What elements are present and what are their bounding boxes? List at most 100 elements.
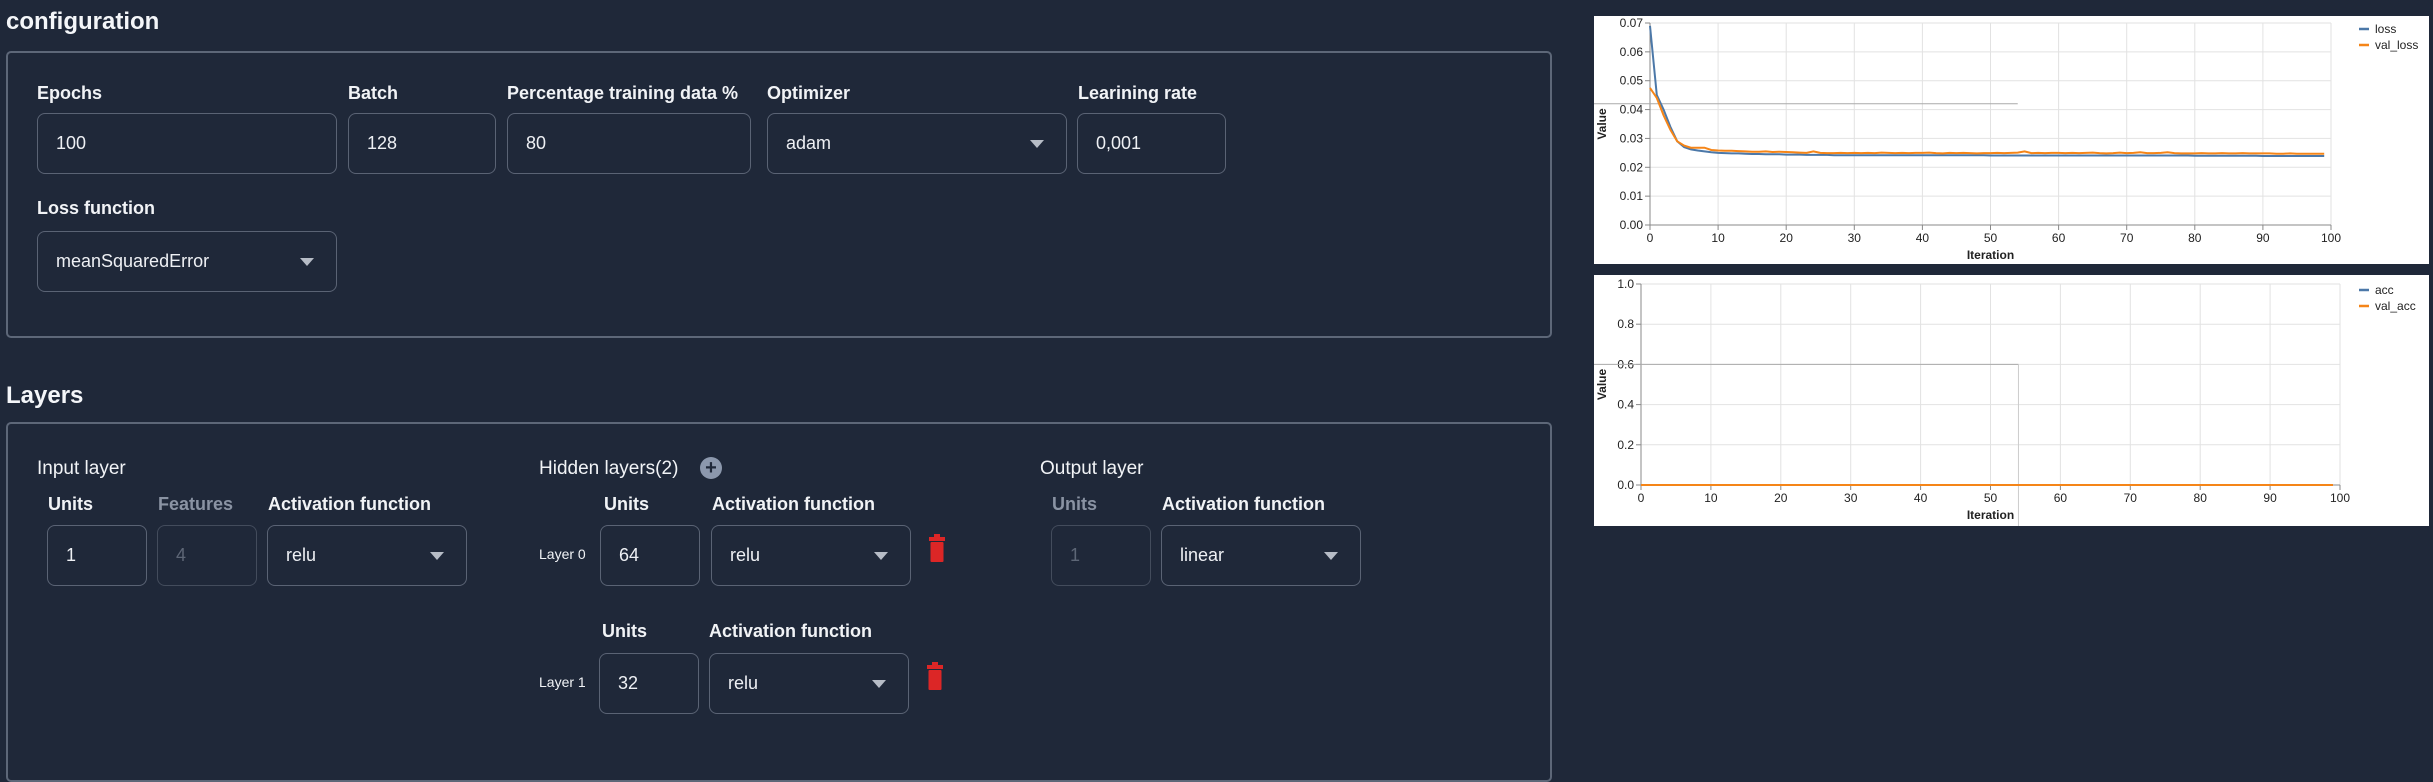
y-tick-label: 0.03 — [1620, 131, 1644, 145]
y-tick-label: 0.0 — [1617, 478, 1634, 492]
chevron-down-icon — [1324, 551, 1338, 560]
epochs-label: Epochs — [37, 83, 103, 103]
delete-layer-button[interactable] — [927, 662, 943, 690]
hidden-units-label: Units — [602, 621, 647, 641]
x-tick-label: 40 — [1914, 491, 1928, 505]
percentage-label: Percentage training data % — [507, 83, 739, 103]
layer-name: Layer 1 — [539, 674, 586, 690]
plus-icon: + — [705, 457, 717, 479]
input-activation-select[interactable]: relu — [267, 525, 467, 586]
x-axis-label: Iteration — [1967, 508, 2014, 522]
y-tick-label: 0.07 — [1620, 16, 1644, 30]
legend-label-val_loss: val_loss — [2375, 38, 2418, 52]
legend-label-loss: loss — [2375, 22, 2396, 36]
x-tick-label: 60 — [2052, 231, 2066, 245]
layers-panel — [6, 422, 1552, 782]
x-tick-label: 0 — [1647, 231, 1654, 245]
input-features-label: Features — [158, 494, 234, 514]
x-tick-label: 60 — [2054, 491, 2068, 505]
y-tick-label: 1.0 — [1617, 277, 1634, 291]
legend-label-acc: acc — [2375, 283, 2394, 297]
epochs-value: 100 — [56, 133, 87, 153]
x-axis-label: Iteration — [1967, 248, 2014, 262]
loss-function-label: Loss function — [37, 198, 155, 218]
hidden-activation-select[interactable]: relu — [711, 525, 911, 586]
y-tick-label: 0.06 — [1620, 45, 1644, 59]
x-tick-label: 70 — [2124, 491, 2138, 505]
chevron-down-icon — [430, 551, 444, 560]
x-tick-label: 70 — [2120, 231, 2134, 245]
y-axis-label: Value — [1595, 108, 1609, 140]
input-activation-label: Activation function — [268, 494, 431, 514]
x-tick-label: 30 — [1844, 491, 1858, 505]
output-activation-label: Activation function — [1162, 494, 1325, 514]
hidden-units-label: Units — [604, 494, 649, 514]
delete-layer-button[interactable] — [929, 534, 945, 562]
input-layer-title: Input layer — [37, 458, 126, 479]
x-tick-label: 80 — [2194, 491, 2208, 505]
y-tick-label: 0.2 — [1617, 438, 1634, 452]
y-tick-label: 0.02 — [1620, 160, 1644, 174]
hidden-activation-label: Activation function — [709, 621, 872, 641]
hidden-activation-label: Activation function — [712, 494, 875, 514]
learning-rate-label: Learining rate — [1078, 83, 1198, 103]
hidden-units-value: 32 — [618, 673, 639, 693]
x-tick-label: 80 — [2188, 231, 2202, 245]
x-tick-label: 20 — [1780, 231, 1794, 245]
x-tick-label: 100 — [2321, 231, 2341, 245]
chevron-down-icon — [872, 679, 886, 688]
output-units-label: Units — [1052, 494, 1097, 514]
y-tick-label: 0.00 — [1620, 218, 1644, 232]
learning-rate-value: 0,001 — [1096, 133, 1142, 153]
output-units-input: 1 — [1051, 525, 1151, 586]
batch-input[interactable]: 128 — [348, 113, 496, 174]
output-units-value: 1 — [1070, 545, 1081, 565]
input-activation-value: relu — [286, 545, 317, 565]
add-layer-button[interactable]: + — [700, 457, 722, 479]
chevron-down-icon — [874, 551, 888, 560]
y-axis-label: Value — [1595, 369, 1609, 401]
hidden-activation-select[interactable]: relu — [709, 653, 909, 714]
chevron-down-icon — [1030, 139, 1044, 148]
optimizer-label: Optimizer — [767, 83, 851, 103]
x-tick-label: 20 — [1774, 491, 1788, 505]
x-tick-label: 90 — [2256, 231, 2270, 245]
input-units-input[interactable]: 1 — [47, 525, 147, 586]
series-line-val_loss — [1649, 87, 2325, 155]
output-activation-select[interactable]: linear — [1161, 525, 1361, 586]
accuracy-chart: 0 10 20 30 40 50 60 70 80 90 1000.00.20.40.60.81.0… — [1594, 275, 2429, 526]
input-features-value: 4 — [176, 545, 187, 565]
layer-name: Layer 0 — [539, 546, 586, 562]
optimizer-value: adam — [786, 133, 832, 153]
x-tick-label: 50 — [1984, 231, 1998, 245]
hidden-units-input[interactable]: 64 — [600, 525, 700, 586]
x-tick-label: 10 — [1711, 231, 1725, 245]
y-tick-label: 0.01 — [1620, 189, 1644, 203]
learning-rate-input[interactable]: 0,001 — [1077, 113, 1226, 174]
loss-function-select[interactable]: meanSquaredError — [37, 231, 337, 292]
x-tick-label: 100 — [2330, 491, 2350, 505]
y-tick-label: 0.4 — [1617, 398, 1634, 412]
percentage-input[interactable]: 80 — [507, 113, 751, 174]
hidden-activation-value: relu — [730, 545, 761, 565]
batch-value: 128 — [367, 133, 398, 153]
optimizer-select[interactable]: adam — [767, 113, 1067, 174]
layers-title: Layers — [6, 382, 84, 409]
configuration-title: configuration — [6, 8, 160, 35]
x-tick-label: 90 — [2263, 491, 2277, 505]
x-tick-label: 10 — [1704, 491, 1718, 505]
batch-label: Batch — [348, 83, 399, 103]
epochs-input[interactable]: 100 — [37, 113, 337, 174]
y-tick-label: 0.8 — [1617, 317, 1634, 331]
hidden-layers-title: Hidden layers(2) — [539, 458, 679, 479]
hidden-units-input[interactable]: 32 — [599, 653, 699, 714]
output-layer-title: Output layer — [1040, 458, 1144, 479]
y-tick-label: 0.05 — [1620, 74, 1644, 88]
trash-icon — [929, 534, 945, 562]
input-features-input: 4 — [157, 525, 257, 586]
output-activation-value: linear — [1180, 545, 1225, 565]
chevron-down-icon — [300, 257, 314, 266]
trash-icon — [927, 662, 943, 690]
loss-function-value: meanSquaredError — [56, 251, 210, 271]
input-units-value: 1 — [66, 545, 77, 565]
